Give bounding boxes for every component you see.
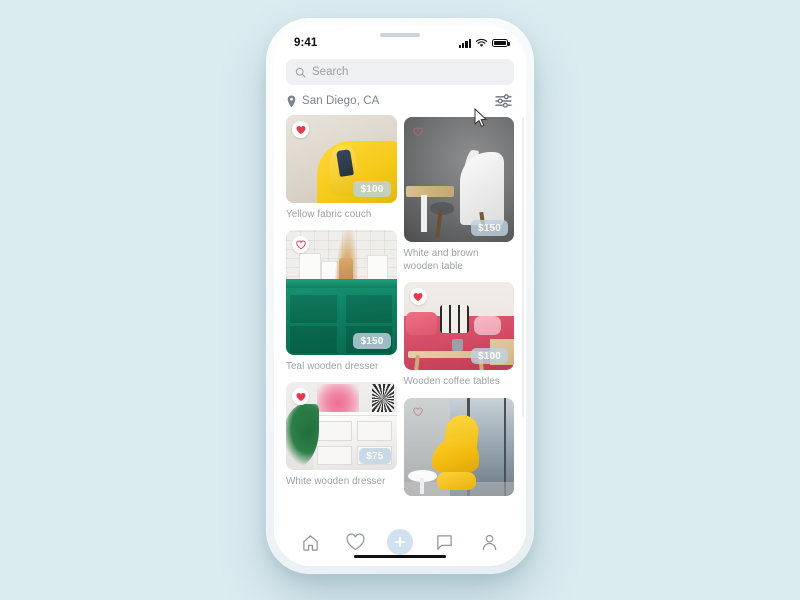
price-badge: $150 (470, 220, 508, 236)
list-item[interactable]: $100 Wooden coffee tables (403, 282, 514, 388)
home-indicator (354, 554, 446, 558)
favorite-button[interactable] (292, 121, 309, 138)
list-item[interactable]: $100 Yellow fabric couch (286, 115, 397, 221)
vertical-scrollbar[interactable] (522, 117, 524, 417)
price-badge: $75 (359, 448, 391, 465)
status-bar-indicators (458, 38, 510, 48)
heart-outline-icon (413, 127, 423, 136)
list-item[interactable]: $150 Teal wooden dresser (286, 230, 397, 373)
listing-thumbnail[interactable]: $100 (403, 282, 514, 371)
battery-full-icon (492, 38, 510, 48)
phone-device-frame: 9:41 Search San Diego, CA $100 Yellow fa… (266, 18, 534, 574)
person-icon (482, 534, 497, 550)
app-screen: Search San Diego, CA $100 Yellow fabric … (274, 54, 526, 566)
device-notch (348, 26, 452, 49)
search-placeholder: Search (312, 66, 349, 78)
search-icon (295, 67, 306, 77)
listings-scroll-area[interactable]: $100 Yellow fabric couch $150 Teal woode… (274, 115, 526, 518)
plus-icon (394, 536, 406, 548)
listing-thumbnail[interactable]: $150 (403, 117, 514, 242)
tab-add-listing[interactable] (386, 529, 413, 555)
listings-column-left: $100 Yellow fabric couch $150 Teal woode… (286, 115, 397, 496)
listing-thumbnail[interactable]: $75 (286, 382, 397, 471)
mouse-pointer-icon (474, 108, 488, 127)
heart-icon (346, 532, 365, 550)
listing-thumbnail[interactable]: $150 (286, 230, 397, 356)
phone-screen: 9:41 Search San Diego, CA $100 Yellow fa… (274, 26, 526, 566)
price-badge: $150 (353, 333, 391, 350)
listings-grid: $100 Yellow fabric couch $150 Teal woode… (286, 115, 514, 496)
tab-messages[interactable] (432, 529, 458, 555)
heart-filled-icon (413, 292, 423, 302)
list-item[interactable] (403, 397, 514, 496)
favorite-button[interactable] (409, 288, 427, 306)
search-section: Search (274, 54, 526, 85)
listing-title: White and brown wooden table (403, 248, 479, 273)
status-bar-clock: 9:41 (294, 37, 318, 49)
listing-title: Wooden coffee tables (403, 376, 500, 388)
bottom-tab-bar (274, 518, 526, 566)
earpiece-speaker (380, 33, 420, 37)
search-input[interactable]: Search (286, 59, 514, 85)
favorite-button[interactable] (410, 404, 427, 421)
list-item[interactable]: $150 White and brown wooden table (403, 117, 514, 273)
listings-column-right: $150 White and brown wooden table $100 W… (403, 115, 514, 496)
heart-filled-icon (296, 125, 305, 134)
listing-title: Teal wooden dresser (286, 361, 379, 373)
location-label: San Diego, CA (302, 95, 380, 107)
list-item[interactable]: $75 White wooden dresser (286, 382, 397, 488)
tab-profile[interactable] (477, 529, 503, 555)
heart-outline-icon (413, 407, 423, 417)
chat-bubble-icon (437, 534, 453, 550)
home-icon (303, 534, 318, 551)
heart-outline-icon (295, 240, 306, 250)
tab-home[interactable] (297, 529, 323, 555)
listing-title: White wooden dresser (286, 476, 386, 488)
price-badge: $100 (353, 181, 391, 197)
listing-thumbnail[interactable]: $100 (286, 115, 397, 203)
cellular-signal-icon (458, 38, 471, 48)
filter-sliders-icon[interactable] (495, 94, 512, 108)
location-pin-icon (287, 95, 296, 107)
listing-thumbnail[interactable] (403, 397, 514, 496)
favorite-button[interactable] (410, 123, 427, 140)
tab-favorites[interactable] (342, 529, 368, 555)
heart-filled-icon (296, 392, 305, 402)
wifi-icon (475, 38, 488, 47)
listing-title: Yellow fabric couch (286, 209, 372, 220)
location-row: San Diego, CA (274, 85, 526, 115)
price-badge: $100 (470, 348, 508, 365)
